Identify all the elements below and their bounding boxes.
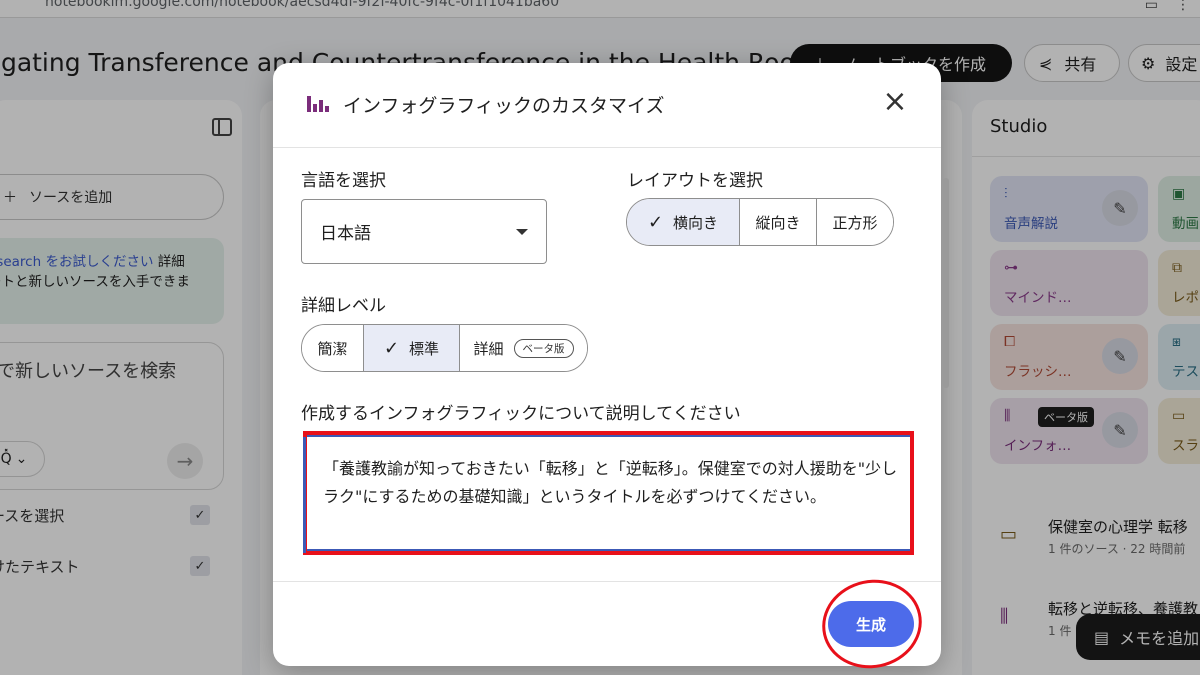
layout-label: レイアウトを選択 (627, 171, 763, 191)
layout-option-label: 横向き (673, 213, 719, 232)
detail-option-label: 詳細 (473, 339, 504, 358)
dialog-title: インフォグラフィックのカスタマイズ (343, 95, 665, 117)
layout-option-landscape[interactable]: ✓ 横向き (627, 199, 739, 245)
language-value: 日本語 (320, 224, 371, 244)
check-icon: ✓ (647, 211, 664, 233)
description-text[interactable]: 「養護教諭が知っておきたい「転移」と「逆転移」。保健室での対人援助を"少しラク"… (323, 455, 903, 511)
annotation-highlight-box: 「養護教諭が知っておきたい「転移」と「逆転移」。保健室での対人援助を"少しラク"… (303, 431, 914, 555)
dialog-scrollbar[interactable] (943, 178, 949, 388)
language-select[interactable]: 日本語 (301, 199, 547, 264)
detail-option-label: 標準 (409, 339, 440, 358)
description-label: 作成するインフォグラフィックについて説明してください (301, 404, 741, 424)
detail-option-label: 簡潔 (317, 339, 348, 358)
check-icon: ✓ (383, 337, 400, 359)
layout-option-label: 縦向き (755, 213, 801, 232)
language-label: 言語を選択 (301, 171, 386, 191)
beta-badge: ベータ版 (513, 338, 574, 358)
text-cursor (303, 437, 306, 553)
dropdown-arrow-icon (516, 229, 528, 235)
divider (273, 581, 941, 582)
infographic-customize-dialog: インフォグラフィックのカスタマイズ × 言語を選択 日本語 レイアウトを選択 ✓… (273, 63, 941, 666)
layout-option-label: 正方形 (832, 213, 878, 232)
layout-option-square[interactable]: 正方形 (816, 199, 893, 245)
description-textarea[interactable]: 「養護教諭が知っておきたい「転移」と「逆転移」。保健室での対人援助を"少しラク"… (303, 435, 910, 553)
divider (273, 147, 941, 148)
detail-option-concise[interactable]: 簡潔 (302, 325, 363, 371)
detail-option-detailed[interactable]: 詳細 ベータ版 (459, 325, 587, 371)
infographic-icon (307, 94, 329, 112)
detail-level-label: 詳細レベル (301, 296, 386, 316)
detail-segmented-control[interactable]: 簡潔 ✓ 標準 詳細 ベータ版 (301, 324, 588, 372)
close-icon[interactable]: × (879, 87, 911, 119)
detail-option-standard[interactable]: ✓ 標準 (363, 325, 459, 371)
layout-segmented-control[interactable]: ✓ 横向き 縦向き 正方形 (626, 198, 894, 246)
layout-option-portrait[interactable]: 縦向き (739, 199, 816, 245)
